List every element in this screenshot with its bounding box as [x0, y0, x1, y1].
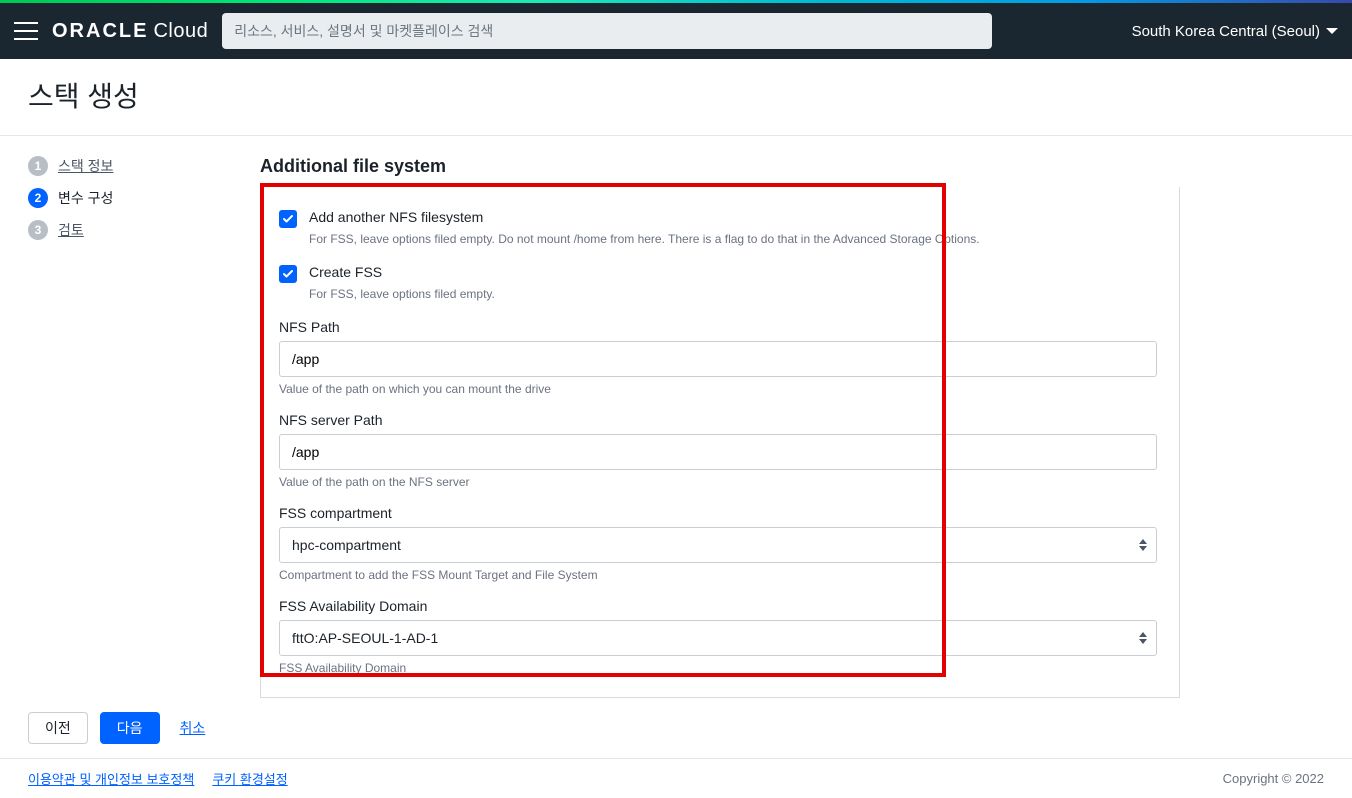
- field-label: FSS Availability Domain: [279, 598, 1161, 614]
- checkbox-label: Create FSS: [309, 264, 382, 280]
- help-text: For FSS, leave options filed empty. Do n…: [309, 232, 1161, 246]
- global-header: ORACLE Cloud South Korea Central (Seoul): [0, 3, 1352, 59]
- cancel-link[interactable]: 취소: [180, 718, 206, 738]
- search-wrap: [222, 13, 992, 49]
- oracle-cloud-logo[interactable]: ORACLE Cloud: [52, 20, 208, 43]
- field-fss-ad: FSS Availability Domain fttO:AP-SEOUL-1-…: [279, 598, 1161, 675]
- page-title-row: 스택 생성: [0, 59, 1352, 136]
- nfs-path-input[interactable]: [279, 341, 1157, 377]
- step-label: 검토: [58, 220, 84, 240]
- checkbox-label: Add another NFS filesystem: [309, 209, 483, 225]
- menu-icon[interactable]: [14, 22, 38, 40]
- select-value: hpc-compartment: [292, 537, 401, 553]
- step-variables[interactable]: 2 변수 구성: [28, 188, 228, 208]
- nfs-server-path-input[interactable]: [279, 434, 1157, 470]
- page-title: 스택 생성: [28, 75, 1324, 115]
- step-review[interactable]: 3 검토: [28, 220, 228, 240]
- copyright: Copyright © 2022: [1223, 771, 1324, 786]
- body-wrap: 1 스택 정보 2 변수 구성 3 검토 Additional file sys…: [0, 136, 1352, 698]
- step-number: 1: [28, 156, 48, 176]
- checkbox-create-fss[interactable]: Create FSS: [279, 264, 1161, 283]
- wizard-actions: 이전 다음 취소: [0, 698, 1352, 758]
- field-fss-compartment: FSS compartment hpc-compartment Compartm…: [279, 505, 1161, 582]
- terms-link[interactable]: 이용약관 및 개인정보 보호정책: [28, 769, 194, 788]
- field-label: NFS server Path: [279, 412, 1161, 428]
- field-help: Value of the path on the NFS server: [279, 475, 1161, 489]
- cookies-link[interactable]: 쿠키 환경설정: [212, 769, 287, 788]
- fss-ad-select[interactable]: fttO:AP-SEOUL-1-AD-1: [279, 620, 1157, 656]
- step-label: 변수 구성: [58, 188, 113, 208]
- field-nfs-server-path: NFS server Path Value of the path on the…: [279, 412, 1161, 489]
- logo-oracle-text: ORACLE: [52, 20, 148, 43]
- main-content: Additional file system Add another NFS f…: [260, 156, 1180, 698]
- section-title: Additional file system: [260, 156, 1180, 177]
- field-help: FSS Availability Domain: [279, 661, 1161, 675]
- step-number: 3: [28, 220, 48, 240]
- field-label: FSS compartment: [279, 505, 1161, 521]
- field-nfs-path: NFS Path Value of the path on which you …: [279, 319, 1161, 396]
- field-help: Value of the path on which you can mount…: [279, 382, 1161, 396]
- search-input[interactable]: [222, 13, 992, 49]
- wizard-steps: 1 스택 정보 2 변수 구성 3 검토: [28, 156, 228, 698]
- checkbox-add-nfs[interactable]: Add another NFS filesystem: [279, 209, 1161, 228]
- field-label: NFS Path: [279, 319, 1161, 335]
- checkbox-icon: [279, 265, 297, 283]
- select-value: fttO:AP-SEOUL-1-AD-1: [292, 630, 438, 646]
- checkbox-icon: [279, 210, 297, 228]
- logo-cloud-text: Cloud: [153, 20, 208, 43]
- footer: 이용약관 및 개인정보 보호정책 쿠키 환경설정 Copyright © 202…: [0, 758, 1352, 798]
- step-label: 스택 정보: [58, 156, 113, 176]
- region-label: South Korea Central (Seoul): [1132, 23, 1320, 40]
- fss-compartment-select[interactable]: hpc-compartment: [279, 527, 1157, 563]
- step-number: 2: [28, 188, 48, 208]
- chevron-down-icon: [1326, 28, 1338, 34]
- next-button[interactable]: 다음: [100, 712, 160, 744]
- region-selector[interactable]: South Korea Central (Seoul): [1132, 23, 1338, 40]
- form-panel: Add another NFS filesystem For FSS, leav…: [260, 187, 1180, 698]
- help-text: For FSS, leave options filed empty.: [309, 287, 1161, 301]
- field-help: Compartment to add the FSS Mount Target …: [279, 568, 1161, 582]
- prev-button[interactable]: 이전: [28, 712, 88, 744]
- step-stack-info[interactable]: 1 스택 정보: [28, 156, 228, 176]
